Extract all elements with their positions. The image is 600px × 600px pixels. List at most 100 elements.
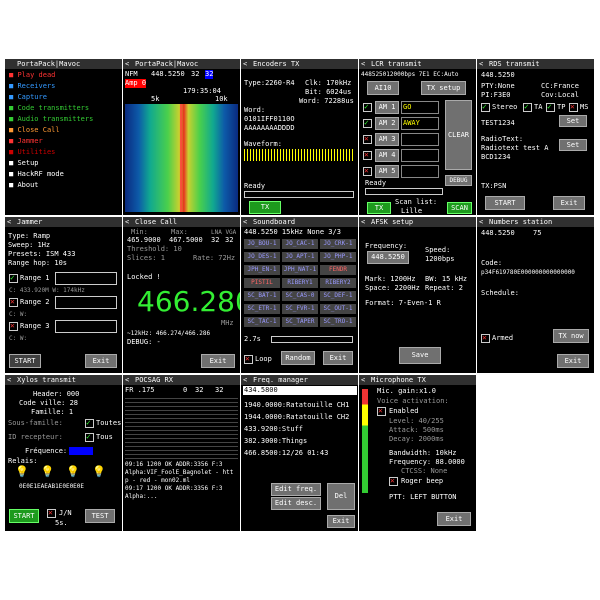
clk-field[interactable]: Clk: 170kHz: [305, 79, 351, 88]
random-button[interactable]: Random: [281, 351, 315, 365]
am-checkbox[interactable]: [363, 166, 372, 176]
back-icon[interactable]: <: [361, 59, 365, 69]
family-field[interactable]: Famille: 1: [31, 408, 73, 417]
value-a[interactable]: 0: [183, 386, 187, 395]
am-message-field[interactable]: AWAY: [401, 117, 439, 130]
value-b[interactable]: 32: [205, 70, 214, 79]
back-icon[interactable]: <: [479, 59, 483, 69]
frequency-field[interactable]: Frequency: 88.0000: [389, 458, 465, 467]
menu-item[interactable]: ■ About: [9, 181, 39, 190]
sound-button[interactable]: JO_CRK-1: [320, 239, 356, 249]
ctcss-field[interactable]: CTCSS: None: [401, 467, 447, 476]
word-line-2[interactable]: AAAAAAAADDDD: [244, 124, 295, 133]
attack-field[interactable]: Attack: 500ms: [389, 426, 444, 435]
sound-button[interactable]: JO_CAC-1: [282, 239, 318, 249]
value-b[interactable]: 32: [195, 386, 203, 395]
menu-item[interactable]: ■ HackRF mode: [9, 170, 64, 179]
sound-button[interactable]: SC_OUT-1: [320, 304, 356, 314]
freq-list-item[interactable]: 1940.0000:Ratatouille CH1: [244, 401, 349, 410]
sound-button[interactable]: PISTIL: [244, 278, 280, 288]
sound-button[interactable]: JPH_EN-1: [244, 265, 280, 275]
sound-button[interactable]: SC_ETR-1: [244, 304, 280, 314]
frequency[interactable]: 448.5250: [481, 71, 515, 80]
radiotext-value[interactable]: Radiotext test A: [481, 144, 548, 153]
back-icon[interactable]: <: [243, 217, 247, 227]
back-icon[interactable]: <: [125, 375, 129, 385]
am-checkbox[interactable]: [363, 102, 372, 112]
edit-description-button[interactable]: Edit desc.: [271, 497, 321, 510]
exit-button[interactable]: Exit: [323, 351, 353, 365]
am-checkbox[interactable]: [363, 150, 372, 160]
sound-button[interactable]: SC_CAS-0: [282, 291, 318, 301]
clear-button[interactable]: CLEAR: [445, 100, 472, 170]
jn-checkbox[interactable]: [47, 508, 56, 518]
back-icon[interactable]: <: [479, 217, 483, 227]
tp-checkbox[interactable]: [546, 102, 555, 112]
ta-checkbox[interactable]: [523, 102, 532, 112]
vga-value[interactable]: 32: [225, 236, 233, 245]
sound-button[interactable]: JO_BOU-1: [244, 239, 280, 249]
word-line-1[interactable]: 0101IFF0110O: [244, 115, 295, 124]
menu-item[interactable]: ■ Play dead: [9, 71, 55, 80]
value-c[interactable]: 32: [215, 386, 223, 395]
type-field[interactable]: Type: Ramp: [8, 232, 50, 241]
ps-name[interactable]: TEST1234: [481, 119, 515, 128]
sound-button[interactable]: FENDR: [320, 265, 356, 275]
sound-button[interactable]: JO_APT-1: [282, 252, 318, 262]
frequency-field[interactable]: [69, 447, 93, 455]
armed-checkbox[interactable]: [481, 333, 490, 343]
freq-list-item[interactable]: 466.8500:12/26 01:43: [244, 449, 328, 458]
exit-button[interactable]: Exit: [327, 515, 355, 528]
stereo-checkbox[interactable]: [481, 102, 490, 112]
am-checkbox[interactable]: [363, 134, 372, 144]
menu-item[interactable]: ■ Audio transmitters: [9, 115, 93, 124]
sound-button[interactable]: JO_DES-1: [244, 252, 280, 262]
loop-checkbox[interactable]: [244, 354, 253, 364]
amp-label[interactable]: Amp 0: [125, 79, 147, 88]
am-message-field[interactable]: GO: [401, 101, 439, 114]
range-frequency-box[interactable]: [55, 320, 117, 333]
freq-list-item[interactable]: 382.3000:Things: [244, 437, 307, 446]
back-icon[interactable]: <: [7, 375, 11, 385]
decay-field[interactable]: Decay: 2000ms: [389, 435, 444, 444]
bandwidth-field[interactable]: Bandwidth: 10kHz: [389, 449, 456, 458]
ms-checkbox[interactable]: [569, 102, 578, 112]
tx-button[interactable]: TX: [249, 201, 281, 214]
repeat-field[interactable]: Repeat: 2: [425, 284, 463, 293]
frequency-button[interactable]: 448.5250: [367, 251, 409, 264]
sound-button[interactable]: SC_TAC-1: [244, 317, 280, 327]
value-a[interactable]: 32: [191, 70, 199, 79]
am-button[interactable]: AM 4: [375, 149, 399, 162]
am-button[interactable]: AM 5: [375, 165, 399, 178]
threshold-field[interactable]: Threshold: 10: [127, 245, 182, 254]
cov-field[interactable]: Cov:Local: [541, 91, 579, 100]
sound-button[interactable]: SC_TAPER: [282, 317, 318, 327]
range-checkbox[interactable]: [9, 321, 18, 331]
back-icon[interactable]: <: [125, 59, 129, 69]
exit-button[interactable]: Exit: [437, 512, 471, 526]
space-field[interactable]: Space: 2200Hz: [365, 284, 420, 293]
mic-gain-field[interactable]: Mic. gain:x1.0: [377, 387, 436, 396]
mark-field[interactable]: Mark: 1200Hz: [365, 275, 416, 284]
tx-setup-button[interactable]: TX setup: [421, 81, 466, 95]
bw-field[interactable]: BW: 15 kHz: [425, 275, 467, 284]
scan-button[interactable]: SCAN: [447, 202, 472, 214]
roger-beep-checkbox[interactable]: [389, 476, 398, 486]
am-message-field[interactable]: [401, 149, 439, 162]
delete-button[interactable]: Del: [327, 483, 355, 510]
speed-value[interactable]: 1200bps: [425, 255, 455, 264]
back-icon[interactable]: <: [125, 217, 129, 227]
edit-frequency-button[interactable]: Edit freq.: [271, 483, 321, 496]
tx-button[interactable]: TX: [367, 202, 391, 214]
relay-bulb-icons[interactable]: 💡💡💡💡: [15, 466, 118, 477]
debug-button[interactable]: DEBUG: [445, 175, 472, 186]
enabled-checkbox[interactable]: [377, 406, 386, 416]
format-field[interactable]: Format: 7-Even-1 R: [365, 299, 441, 308]
exit-button[interactable]: Exit: [557, 354, 589, 368]
header-field[interactable]: Header: 000: [33, 390, 79, 399]
code-value[interactable]: p34F619780E000000000000000: [481, 268, 575, 277]
menu-item[interactable]: ■ Code transmitters: [9, 104, 89, 113]
menu-item[interactable]: ■ Utilities: [9, 148, 55, 157]
range-frequency-box[interactable]: [55, 296, 117, 309]
scan-list-value[interactable]: Lille: [401, 207, 422, 215]
